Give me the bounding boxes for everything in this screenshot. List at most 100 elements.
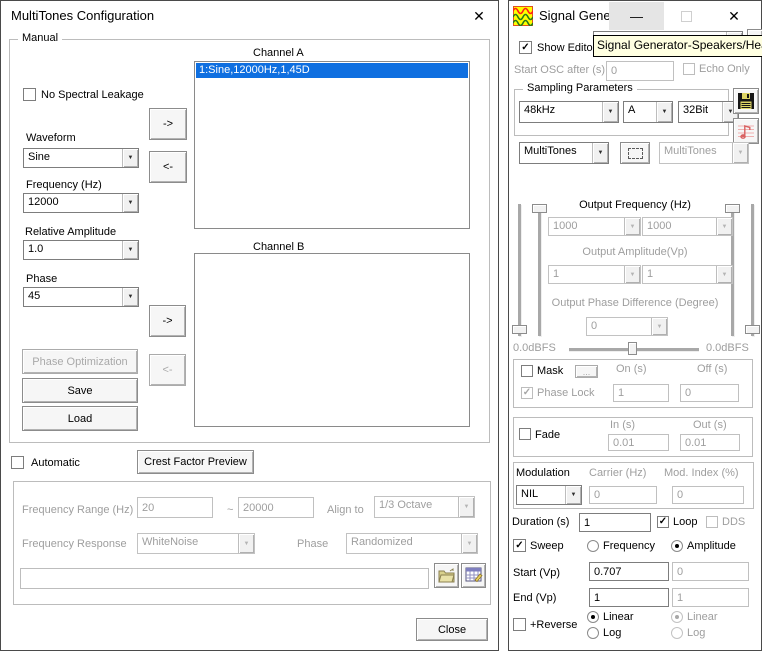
- modulation-select[interactable]: NIL ▼: [516, 485, 582, 505]
- fade-in-input[interactable]: [608, 434, 669, 451]
- log-radio[interactable]: [587, 627, 599, 639]
- left-outer-volume-thumb[interactable]: [512, 325, 527, 334]
- end-b-input[interactable]: [672, 588, 749, 607]
- chevron-down-icon[interactable]: ▼: [122, 149, 138, 167]
- frequency-response-select[interactable]: WhiteNoise ▼: [137, 533, 255, 554]
- on-label: On (s): [616, 363, 647, 377]
- output-frequency-a-select[interactable]: 1000 ▼: [548, 217, 641, 236]
- channel-b-list[interactable]: [194, 253, 470, 427]
- floppy-save-icon: [737, 92, 755, 110]
- fade-label: Fade: [535, 429, 560, 443]
- start-b-input[interactable]: [672, 562, 749, 581]
- send-to-editor-button[interactable]: [461, 563, 486, 588]
- sweep-frequency-radio[interactable]: [587, 540, 599, 552]
- modulation-label: Modulation: [516, 467, 570, 481]
- chevron-down-icon[interactable]: ▼: [602, 102, 618, 122]
- off-input[interactable]: [680, 384, 739, 402]
- channel-a-selected-item[interactable]: 1:Sine,12000Hz,1,45D: [196, 63, 468, 78]
- frequency-range-to-input[interactable]: [238, 497, 314, 518]
- channel-a-list[interactable]: 1:Sine,12000Hz,1,45D: [194, 61, 470, 229]
- end-a-input[interactable]: [589, 588, 669, 607]
- chevron-down-icon: ▼: [461, 534, 477, 553]
- automatic-checkbox[interactable]: [11, 456, 24, 469]
- log2-radio[interactable]: [671, 627, 683, 639]
- output-frequency-label: Output Frequency (Hz): [545, 199, 725, 213]
- start-a-input[interactable]: [589, 562, 669, 581]
- duration-input[interactable]: [579, 513, 651, 532]
- chevron-down-icon[interactable]: ▼: [122, 194, 138, 212]
- move-to-channel-a-button[interactable]: ->: [149, 108, 187, 140]
- phase-select[interactable]: 45 ▼: [23, 287, 139, 307]
- linear2-radio[interactable]: [671, 611, 683, 623]
- file-path-input[interactable]: [20, 568, 429, 589]
- wave-type-b-select[interactable]: MultiTones ▼: [659, 142, 749, 164]
- linear-radio[interactable]: [587, 611, 599, 623]
- right-inner-volume-thumb[interactable]: [725, 204, 740, 213]
- music-note-button[interactable]: [733, 118, 759, 144]
- mod-index-input[interactable]: [672, 486, 744, 504]
- remove-from-channel-a-button[interactable]: <-: [149, 151, 187, 183]
- signal-generator-window: Signal Gener... — ✕ ✓ Show Edito ▼ Signa…: [508, 0, 762, 651]
- close-icon[interactable]: ✕: [463, 3, 495, 29]
- phase-mode-select[interactable]: Randomized ▼: [346, 533, 478, 554]
- maximize-icon[interactable]: [681, 11, 692, 22]
- sample-rate-select[interactable]: 48kHz ▼: [519, 101, 619, 123]
- sampling-parameters-label: Sampling Parameters: [523, 82, 637, 94]
- crest-factor-preview-button[interactable]: Crest Factor Preview: [137, 450, 254, 474]
- bit-depth-select[interactable]: 32Bit ▼: [678, 101, 739, 123]
- mask-checkbox[interactable]: [521, 365, 533, 377]
- right-outer-volume-thumb[interactable]: [745, 325, 760, 334]
- carrier-input[interactable]: [589, 486, 657, 504]
- wave-config-button[interactable]: [620, 142, 650, 164]
- minimize-icon[interactable]: —: [609, 2, 664, 30]
- remove-from-channel-b-button[interactable]: <-: [149, 354, 186, 386]
- dbfs-right-label: 0.0dBFS: [706, 342, 749, 356]
- window-title: MultiTones Configuration: [11, 8, 154, 24]
- output-phase-select[interactable]: 0 ▼: [586, 317, 668, 336]
- open-file-button[interactable]: [434, 563, 459, 588]
- output-amplitude-a-select[interactable]: 1 ▼: [548, 265, 641, 284]
- automatic-label: Automatic: [31, 457, 80, 471]
- output-frequency-b-select[interactable]: 1000 ▼: [642, 217, 733, 236]
- chevron-down-icon[interactable]: ▼: [656, 102, 672, 122]
- chevron-down-icon: ▼: [458, 497, 474, 517]
- dds-checkbox[interactable]: [706, 516, 718, 528]
- load-button[interactable]: Load: [22, 406, 138, 431]
- chevron-down-icon[interactable]: ▼: [122, 288, 138, 306]
- log2-label: Log: [687, 627, 705, 641]
- relative-amplitude-select[interactable]: 1.0 ▼: [23, 240, 139, 260]
- close-button[interactable]: Close: [416, 618, 488, 641]
- echo-only-checkbox[interactable]: [683, 63, 695, 75]
- chevron-down-icon[interactable]: ▼: [565, 486, 581, 504]
- wave-type-a-select[interactable]: MultiTones ▼: [519, 142, 609, 164]
- reverse-checkbox[interactable]: [513, 618, 526, 631]
- show-editor-label: Show Edito: [537, 42, 593, 56]
- chevron-down-icon[interactable]: ▼: [592, 143, 608, 163]
- save-button[interactable]: Save: [22, 378, 138, 403]
- dbfs-left-label: 0.0dBFS: [513, 342, 556, 356]
- show-editor-checkbox[interactable]: ✓: [519, 41, 532, 54]
- frequency-range-from-input[interactable]: [137, 497, 213, 518]
- close-icon[interactable]: ✕: [714, 3, 754, 29]
- chevron-down-icon[interactable]: ▼: [122, 241, 138, 259]
- fade-out-input[interactable]: [680, 434, 740, 451]
- move-to-channel-b-button[interactable]: ->: [149, 305, 186, 337]
- on-input[interactable]: [613, 384, 669, 402]
- align-to-select[interactable]: 1/3 Octave ▼: [374, 496, 475, 518]
- sweep-amplitude-radio[interactable]: [671, 540, 683, 552]
- sweep-checkbox[interactable]: ✓: [513, 539, 526, 552]
- loop-checkbox[interactable]: ✓: [657, 516, 669, 528]
- check-icon: ✓: [515, 541, 523, 551]
- mask-more-button[interactable]: ...: [575, 365, 598, 378]
- start-osc-input[interactable]: [606, 61, 674, 81]
- phase-optimization-button[interactable]: Phase Optimization: [22, 349, 138, 374]
- balance-slider-thumb[interactable]: [628, 342, 637, 355]
- save-signal-button[interactable]: [733, 88, 759, 114]
- phase-lock-checkbox[interactable]: ✓: [521, 387, 533, 399]
- waveform-select[interactable]: Sine ▼: [23, 148, 139, 168]
- no-spectral-leakage-checkbox[interactable]: [23, 88, 36, 101]
- frequency-select[interactable]: 12000 ▼: [23, 193, 139, 213]
- channel-select[interactable]: A ▼: [623, 101, 673, 123]
- output-amplitude-b-select[interactable]: 1 ▼: [642, 265, 733, 284]
- fade-checkbox[interactable]: [519, 428, 531, 440]
